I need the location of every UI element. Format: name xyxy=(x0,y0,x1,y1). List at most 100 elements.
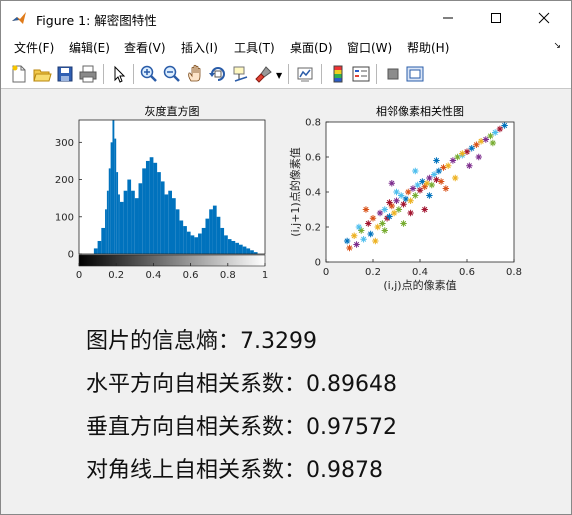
scatter-xlabel: (i,j)点的像素值 xyxy=(383,278,456,292)
menu-desktop[interactable]: 桌面(D) xyxy=(290,39,333,56)
hist-xtick-label: 0.6 xyxy=(183,270,199,281)
scatter-point xyxy=(468,145,475,152)
rotate-3d-icon[interactable] xyxy=(208,64,228,84)
menu-help[interactable]: 帮助(H) xyxy=(407,39,449,56)
menu-window[interactable]: 窗口(W) xyxy=(347,39,392,56)
hist-xtick-label: 0.8 xyxy=(220,270,236,281)
brush-dropdown-icon[interactable]: ▼ xyxy=(276,71,282,80)
hist-bar xyxy=(186,231,191,254)
hist-bar xyxy=(238,244,243,254)
title-bar[interactable]: Figure 1: 解密图特性 xyxy=(1,1,571,35)
menu-file[interactable]: 文件(F) xyxy=(14,39,54,56)
scatter-ytick-label: 0.4 xyxy=(305,188,321,199)
hist-bar xyxy=(116,172,119,254)
hist-ytick-label: 300 xyxy=(55,138,74,149)
scatter-ylabel: (i,j+1)点的像素值 xyxy=(288,147,302,236)
hist-bar xyxy=(242,246,247,254)
scatter-xtick-label: 0.8 xyxy=(506,267,522,278)
hist-bar xyxy=(250,250,254,254)
scatter-point xyxy=(473,141,480,148)
hist-bar xyxy=(224,235,228,254)
scatter-xtick-label: 0.4 xyxy=(412,267,428,278)
scatter-point xyxy=(409,185,417,192)
hist-bar xyxy=(157,172,161,254)
zoom-out-icon[interactable] xyxy=(162,64,182,84)
menu-view[interactable]: 查看(V) xyxy=(124,39,166,56)
hist-bar xyxy=(220,227,225,254)
pan-icon[interactable] xyxy=(185,64,205,84)
insert-colorbar-icon[interactable] xyxy=(328,64,348,84)
scatter-point xyxy=(367,230,374,238)
hist-title: 灰度直方图 xyxy=(145,104,200,118)
vertical-correlation-text: 垂直方向自相关系数：0.97572 xyxy=(86,415,397,440)
scatter-point xyxy=(426,192,433,199)
hide-plot-tools-icon[interactable] xyxy=(383,64,403,84)
pointer-icon[interactable] xyxy=(109,64,129,84)
hist-bar xyxy=(106,190,109,254)
hist-bar xyxy=(123,190,128,254)
print-icon[interactable] xyxy=(78,64,98,84)
menu-bar: 文件(F) 编辑(E) 查看(V) 插入(I) 工具(T) 桌面(D) 窗口(W… xyxy=(1,35,571,59)
show-plot-tools-icon[interactable] xyxy=(405,64,425,84)
toolbar-separator xyxy=(103,64,104,84)
hist-bar xyxy=(145,160,150,254)
scatter-point xyxy=(407,197,414,204)
hist-bar xyxy=(112,120,115,254)
hist-bar xyxy=(205,218,210,254)
histogram-plot: 0 100 200 300 0 0.2 0.4 0.6 0.8 1 灰度直方图 xyxy=(55,104,268,281)
scatter-xtick-label: 0.6 xyxy=(459,267,475,278)
insert-legend-icon[interactable] xyxy=(351,64,371,84)
menu-insert[interactable]: 插入(I) xyxy=(181,39,218,56)
brush-icon[interactable] xyxy=(254,64,274,84)
maximize-button[interactable] xyxy=(473,1,519,35)
scatter-point xyxy=(379,220,386,227)
scatter-point xyxy=(492,129,499,136)
scatter-ytick-label: 0.6 xyxy=(305,153,321,164)
close-button[interactable] xyxy=(521,1,567,35)
hist-bar xyxy=(160,181,165,254)
scatter-point xyxy=(362,206,370,213)
hist-bar xyxy=(127,179,132,254)
diagonal-correlation-text: 对角线上自相关系数：0.9878 xyxy=(86,458,383,483)
zoom-in-icon[interactable] xyxy=(139,64,159,84)
window-title: Figure 1: 解密图特性 xyxy=(36,13,157,28)
scatter-point xyxy=(400,220,407,227)
hist-xtick-label: 0.2 xyxy=(108,270,124,281)
scatter-point xyxy=(386,199,393,206)
menu-edit[interactable]: 编辑(E) xyxy=(69,39,110,56)
save-icon[interactable] xyxy=(55,64,75,84)
hist-bar xyxy=(183,226,187,254)
data-cursor-icon[interactable] xyxy=(231,64,251,84)
scatter-point xyxy=(388,180,395,187)
scatter-xtick-label: 0.2 xyxy=(365,267,381,278)
scatter-point xyxy=(360,236,367,243)
scatter-point xyxy=(412,192,419,199)
hist-bar xyxy=(209,209,213,254)
link-plot-icon[interactable] xyxy=(295,64,315,84)
scatter-point xyxy=(501,122,508,129)
scatter-point xyxy=(442,185,450,192)
scatter-point xyxy=(482,136,489,143)
open-file-icon[interactable] xyxy=(32,64,52,84)
scatter-point xyxy=(355,223,363,231)
scatter-point xyxy=(437,178,445,185)
hist-bar xyxy=(97,240,102,254)
scatter-point xyxy=(372,237,379,245)
scatter-point xyxy=(376,209,384,217)
menu-tools[interactable]: 工具(T) xyxy=(234,39,275,56)
hist-bar xyxy=(198,233,202,254)
hist-bar xyxy=(175,209,180,254)
hist-bar xyxy=(190,235,195,254)
minimize-button[interactable] xyxy=(425,1,471,35)
scatter-point xyxy=(435,167,442,175)
hist-bar xyxy=(138,183,143,254)
new-figure-icon[interactable] xyxy=(9,64,29,84)
scatter-point xyxy=(407,209,414,217)
scatter-point xyxy=(421,206,428,213)
figure-plots: 0 100 200 300 0 0.2 0.4 0.6 0.8 1 灰度直方图 0 0.2 0.4 0.6… xyxy=(55,104,522,292)
scatter-ytick-label: 0.8 xyxy=(305,118,321,129)
hist-bar xyxy=(246,248,251,254)
hist-bar xyxy=(231,240,236,254)
hist-bar xyxy=(153,162,158,254)
menu-overflow-arrow[interactable]: ↘ xyxy=(553,41,561,51)
